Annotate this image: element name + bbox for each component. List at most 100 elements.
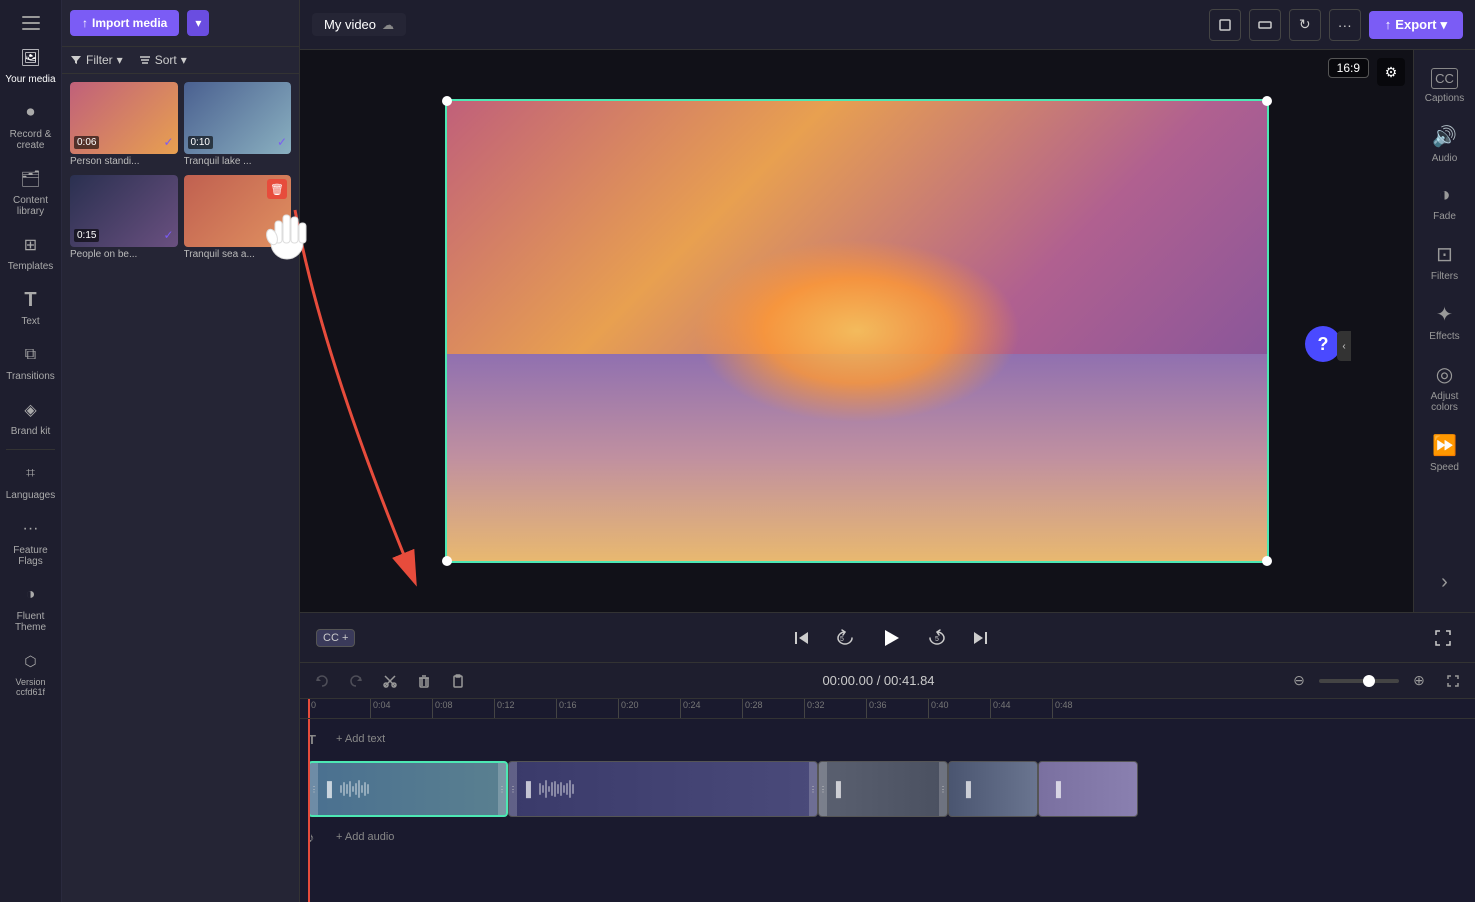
delete-button[interactable] [410, 667, 438, 695]
video-track-row: ⋮ ▐ ⋮ ⋮ ▐ [308, 761, 1467, 817]
right-panel-effects[interactable]: ✦ Effects [1414, 292, 1475, 352]
zoom-in-button[interactable]: ⊕ [1405, 667, 1433, 695]
templates-icon: ⊞ [19, 233, 43, 257]
your-media-icon: 🖼 [19, 46, 43, 70]
video-clip-2[interactable]: ⋮ ▐ ⋮ [508, 761, 818, 817]
ruler-4: 0:04 [370, 699, 432, 718]
filter-icon [70, 54, 82, 66]
record-create-icon: ⏺ [19, 101, 43, 125]
add-text-button[interactable]: + Add text [336, 733, 385, 745]
forward-5-button[interactable]: 5 [921, 622, 953, 654]
main-area: My video ☁ ↻ ··· ↑ Export ▾ [300, 0, 1475, 902]
right-panel-expand[interactable]: › [1414, 561, 1475, 604]
export-up-icon: ↑ [1385, 17, 1392, 32]
clipboard-button[interactable] [444, 667, 472, 695]
sidebar-item-your-media[interactable]: 🖼 Your media [0, 38, 61, 93]
canvas-handle-bl[interactable] [442, 556, 452, 566]
collapse-right-panel-button[interactable]: ‹ [1337, 331, 1351, 361]
clipboard-icon [451, 674, 465, 688]
canvas-settings-button[interactable]: ⚙ [1377, 58, 1405, 86]
canvas-handle-br[interactable] [1262, 556, 1272, 566]
more-options-button[interactable]: ··· [1329, 9, 1361, 41]
right-panel-captions[interactable]: CC Captions [1414, 58, 1475, 114]
ruler-44: 0:44 [990, 699, 1052, 718]
trim-button[interactable] [1249, 9, 1281, 41]
upload-icon: ☁ [382, 18, 394, 32]
sidebar-item-languages[interactable]: ⌗ Languages [0, 454, 61, 509]
export-button[interactable]: ↑ Export ▾ [1369, 11, 1463, 39]
skip-to-start-button[interactable] [785, 622, 817, 654]
sidebar-item-feature-flags[interactable]: ··· Feature Flags [0, 509, 61, 575]
clip-2-handle-left[interactable]: ⋮ [509, 762, 517, 816]
video-clip-3[interactable]: ⋮ ▐ ⋮ [818, 761, 948, 817]
canvas-handle-tr[interactable] [1262, 96, 1272, 106]
rotate-icon: ↻ [1299, 16, 1311, 33]
clip-2-handle-right[interactable]: ⋮ [809, 762, 817, 816]
timeline-ruler: 0 0:04 0:08 0:12 0:16 0:20 0:24 0:28 0:3… [300, 699, 1475, 719]
media-thumb-2[interactable]: 0:10 ✓ Tranquil lake ... [184, 82, 292, 169]
fullscreen-button[interactable] [1427, 622, 1459, 654]
preview-controls-center: 5 5 [785, 620, 997, 656]
filter-button[interactable]: Filter ▾ [70, 53, 123, 67]
languages-icon: ⌗ [19, 462, 43, 486]
add-audio-button[interactable]: + Add audio [336, 831, 394, 843]
sidebar-divider [6, 449, 55, 450]
trim-icon [1257, 17, 1273, 33]
clip-3-handle-left[interactable]: ⋮ [819, 762, 827, 816]
sidebar-item-version[interactable]: ⬡ Version ccfd61f [0, 641, 61, 705]
canvas-handle-tl[interactable] [442, 96, 452, 106]
thumb-4-delete[interactable]: 🗑 [267, 179, 287, 199]
media-thumb-4[interactable]: Add to timeline 🗑 Tranquil sea a... [184, 175, 292, 262]
zoom-slider[interactable] [1319, 679, 1399, 683]
fit-to-window-button[interactable] [1439, 667, 1467, 695]
project-tab[interactable]: My video ☁ [312, 13, 406, 36]
right-panel-fade[interactable]: ◑ Fade [1414, 174, 1475, 232]
help-button[interactable]: ? [1305, 326, 1341, 362]
clip-3-handle-right[interactable]: ⋮ [939, 762, 947, 816]
sidebar-item-templates[interactable]: ⊞ Templates [0, 225, 61, 280]
right-panel-speed[interactable]: ⏩ Speed [1414, 423, 1475, 483]
sidebar-item-brand-kit[interactable]: ◈ Brand kit [0, 390, 61, 445]
text-icon: T [19, 288, 43, 312]
hamburger-menu[interactable] [0, 8, 61, 38]
ruler-40: 0:40 [928, 699, 990, 718]
sidebar-item-text[interactable]: T Text [0, 280, 61, 335]
right-panel-filters[interactable]: ⊡ Filters [1414, 232, 1475, 292]
timeline-area: 00:00.00 / 00:41.84 ⊖ ⊕ 0 0:04 0: [300, 662, 1475, 902]
undo-button[interactable] [308, 667, 336, 695]
speed-icon: ⏩ [1432, 433, 1457, 458]
redo-button[interactable] [342, 667, 370, 695]
sidebar-item-record-create[interactable]: ⏺ Record & create [0, 93, 61, 159]
transitions-icon: ⧉ [19, 343, 43, 367]
forward-icon: 5 [927, 628, 947, 648]
sidebar-item-fluent-theme[interactable]: ◑ Fluent Theme [0, 575, 61, 641]
import-media-dropdown[interactable]: ▾ [187, 10, 209, 36]
crop-button[interactable] [1209, 9, 1241, 41]
video-clip-4[interactable]: ▐ [948, 761, 1038, 817]
cc-button[interactable]: CC + [316, 629, 355, 647]
clip-1-handle-right[interactable]: ⋮ [498, 763, 506, 815]
zoom-out-button[interactable]: ⊖ [1285, 667, 1313, 695]
sort-icon [139, 54, 151, 66]
video-clip-5[interactable]: ▐ [1038, 761, 1138, 817]
skip-to-end-button[interactable] [965, 622, 997, 654]
top-bar: My video ☁ ↻ ··· ↑ Export ▾ [300, 0, 1475, 50]
ruler-24: 0:24 [680, 699, 742, 718]
right-panel-adjust[interactable]: ◎ Adjust colors [1414, 352, 1475, 423]
video-clip-1[interactable]: ⋮ ▐ ⋮ [308, 761, 508, 817]
sort-button[interactable]: Sort ▾ [139, 53, 187, 67]
right-panel-audio[interactable]: 🔊 Audio [1414, 114, 1475, 174]
import-media-button[interactable]: ↑ Import media [70, 10, 179, 36]
thumb-3-label: People on be... [70, 247, 178, 262]
crop-icon [1217, 17, 1233, 33]
sidebar-item-transitions[interactable]: ⧉ Transitions [0, 335, 61, 390]
cut-button[interactable] [376, 667, 404, 695]
rotate-button[interactable]: ↻ [1289, 9, 1321, 41]
rewind-5-button[interactable]: 5 [829, 622, 861, 654]
clip-1-handle-left[interactable]: ⋮ [310, 763, 318, 815]
media-thumb-3[interactable]: 0:15 ✓ People on be... [70, 175, 178, 262]
media-thumb-1[interactable]: 0:06 ✓ Person standi... [70, 82, 178, 169]
play-button[interactable] [873, 620, 909, 656]
preview-video [447, 101, 1267, 561]
sidebar-item-content-library[interactable]: 🗂 Content library [0, 159, 61, 225]
